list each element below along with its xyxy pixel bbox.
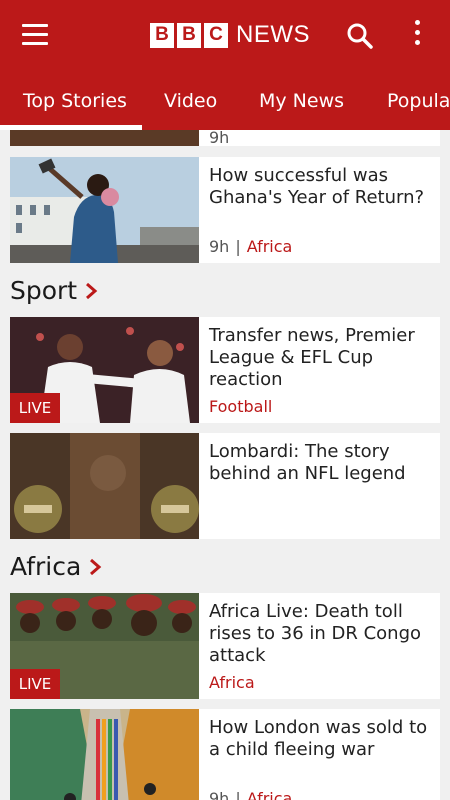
live-badge: LIVE — [10, 393, 60, 423]
logo-letter: B — [177, 22, 201, 48]
section-title: Sport — [10, 276, 78, 305]
story-thumbnail — [10, 130, 199, 146]
active-tab-indicator — [0, 125, 142, 130]
app-bar: B B C NEWS Top Stories Video My News Pop… — [0, 0, 450, 130]
story-time: 9h — [209, 789, 230, 800]
story-tag[interactable]: Africa — [247, 237, 293, 256]
story-thumbnail: LIVE — [10, 317, 199, 423]
story-meta: Football — [209, 397, 272, 416]
story-meta: Africa — [209, 673, 255, 692]
story-meta: 9h | Africa — [209, 789, 292, 800]
story-meta: 9h | Africa — [209, 237, 293, 256]
tab-top-stories[interactable]: Top Stories — [23, 78, 127, 130]
story-headline: How London was sold to a child fleeing w… — [209, 717, 428, 760]
story-tag[interactable]: Football — [209, 397, 272, 416]
story-thumbnail: LIVE — [10, 593, 199, 699]
story-headline: How successful was Ghana's Year of Retur… — [209, 165, 425, 208]
story-card[interactable]: How successful was Ghana's Year of Retur… — [10, 157, 440, 263]
story-thumbnail — [10, 157, 199, 263]
story-meta: 9h — [209, 130, 229, 147]
story-card[interactable]: LIVE Transfer news, Premier League & EFL… — [10, 317, 440, 423]
story-thumbnail — [10, 433, 199, 539]
tab-popular[interactable]: Popular — [387, 78, 450, 130]
chevron-right-icon — [90, 558, 102, 575]
live-badge: LIVE — [10, 669, 60, 699]
story-card[interactable]: Lombardi: The story behind an NFL legend — [10, 433, 440, 539]
story-headline: Transfer news, Premier League & EFL Cup … — [209, 325, 415, 390]
section-header-africa[interactable]: Africa — [10, 552, 102, 581]
story-card[interactable]: How London was sold to a child fleeing w… — [10, 709, 440, 800]
search-icon[interactable] — [346, 22, 374, 50]
logo-word: NEWS — [236, 21, 310, 48]
tab-video[interactable]: Video — [164, 78, 217, 130]
chevron-right-icon — [86, 282, 98, 299]
story-card[interactable]: 9h — [10, 130, 440, 147]
tab-bar: Top Stories Video My News Popular — [0, 78, 450, 130]
section-header-sport[interactable]: Sport — [10, 276, 98, 305]
story-headline: Africa Live: Death toll rises to 36 in D… — [209, 601, 422, 666]
news-feed[interactable]: 9h How successful was Ghana's Year of Re… — [0, 130, 450, 800]
story-tag[interactable]: Africa — [209, 673, 255, 692]
section-title: Africa — [10, 552, 82, 581]
logo-letter: C — [204, 22, 228, 48]
more-options-icon[interactable] — [406, 20, 428, 50]
story-time: 9h — [209, 130, 230, 147]
story-card[interactable]: LIVE Africa Live: Death toll rises to 36… — [10, 593, 440, 699]
logo-letter: B — [150, 22, 174, 48]
bbc-news-logo: B B C NEWS — [150, 21, 310, 48]
story-thumbnail — [10, 709, 199, 800]
tab-my-news[interactable]: My News — [259, 78, 344, 130]
story-tag[interactable]: Africa — [247, 789, 293, 800]
story-time: 9h — [209, 237, 230, 256]
hamburger-menu-icon[interactable] — [22, 24, 48, 46]
story-headline: Lombardi: The story behind an NFL legend — [209, 441, 406, 484]
